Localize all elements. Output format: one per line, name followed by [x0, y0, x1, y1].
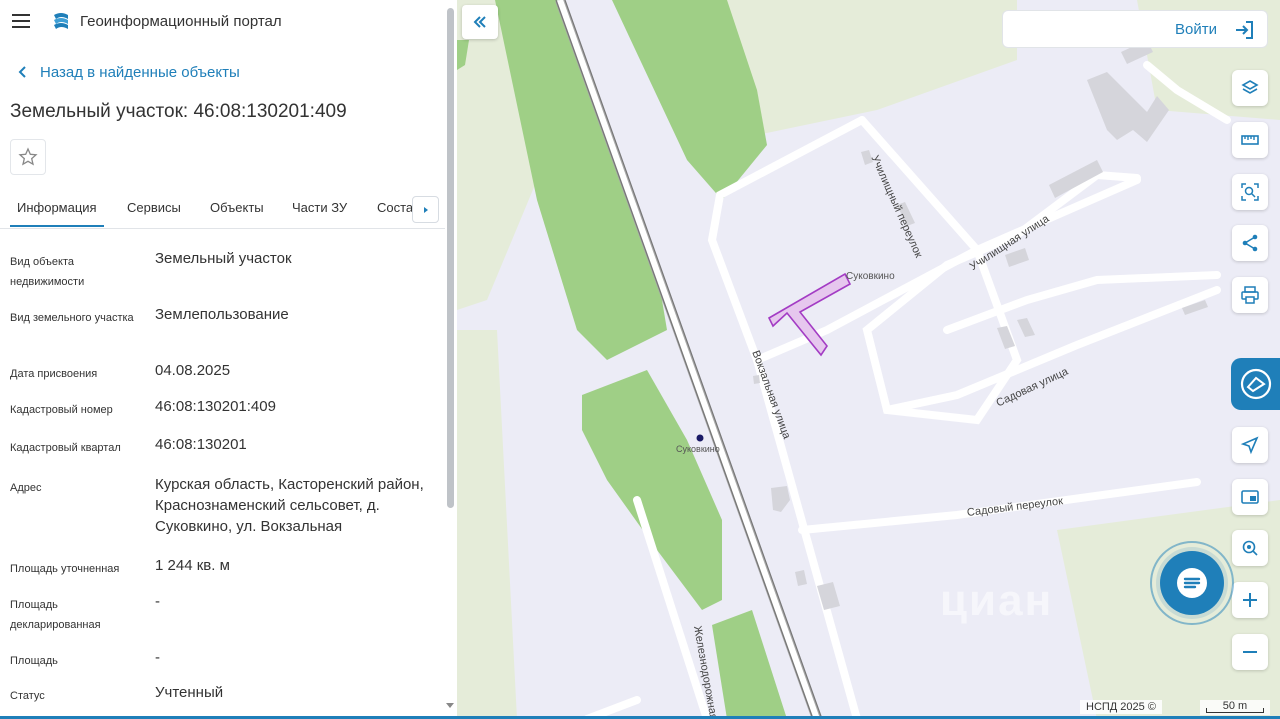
map-scale-bar: 50 m: [1200, 700, 1270, 715]
property-value: -: [155, 593, 160, 610]
tab-composition[interactable]: Соста: [377, 200, 413, 215]
share-button[interactable]: [1232, 225, 1268, 261]
property-label: Вид объекта недвижимости: [10, 256, 85, 288]
area-search-button[interactable]: [1232, 174, 1268, 210]
portal-logo: [54, 13, 68, 29]
property-label: Вид земельного участка: [10, 312, 134, 324]
back-link-label: Назад в найденные объекты: [40, 63, 240, 81]
caret-right-icon: [423, 206, 428, 213]
tab-objects[interactable]: Объекты: [210, 200, 264, 215]
property-value: 1 244 кв. м: [155, 557, 230, 574]
chat-bubble-icon: [1177, 568, 1207, 598]
layers-button[interactable]: [1232, 70, 1268, 106]
tab-information[interactable]: Информация: [17, 200, 97, 215]
property-value: Земельный участок: [155, 250, 292, 267]
property-value: Курская область, Касторенский район, Кра…: [155, 476, 424, 535]
zoom-out-button[interactable]: [1232, 634, 1268, 670]
selected-parcel[interactable]: [767, 272, 852, 357]
menu-icon[interactable]: [12, 14, 30, 28]
measure-button[interactable]: [1232, 122, 1268, 158]
chevron-left-icon: [18, 66, 26, 78]
property-label: Площадь декларированная: [10, 599, 101, 631]
map-attribution[interactable]: НСПД 2025 ©: [1080, 700, 1162, 714]
watermark-logo: циан: [940, 576, 1054, 625]
minimap-button[interactable]: [1232, 479, 1268, 515]
navigation-arrow-icon: [1240, 436, 1259, 455]
panel-scrollbar[interactable]: [447, 8, 454, 508]
property-label: Адрес: [10, 482, 42, 494]
property-label: Площадь уточненная: [10, 563, 120, 575]
map-canvas[interactable]: [457, 0, 1280, 719]
brand-logo-icon: [1240, 368, 1271, 400]
active-tab-indicator: [10, 225, 104, 227]
station-point[interactable]: [696, 434, 704, 442]
ruler-icon: [1241, 135, 1259, 145]
brand-tab-button[interactable]: [1231, 358, 1280, 410]
chat-button[interactable]: [1160, 551, 1224, 615]
login-icon: [1236, 21, 1253, 39]
property-label: Статус: [10, 690, 45, 702]
app-title: Геоинформационный портал: [80, 13, 282, 30]
property-value: 46:08:130201: [155, 436, 247, 453]
map-view[interactable]: Суковкино Суковкино Училищный переулок У…: [457, 0, 1280, 719]
property-label: Кадастровый квартал: [10, 442, 121, 454]
tabs-scroll-right-button[interactable]: [412, 196, 439, 223]
property-value: -: [155, 649, 160, 666]
field-area: [457, 330, 517, 719]
star-icon: [18, 147, 38, 166]
print-button[interactable]: [1232, 277, 1268, 313]
picture-in-picture-icon: [1241, 490, 1259, 504]
double-chevron-left-icon: [473, 16, 486, 28]
field-area: [717, 0, 1017, 135]
property-value: 46:08:130201:409: [155, 398, 276, 415]
property-label: Дата присвоения: [10, 368, 98, 380]
login-button[interactable]: Войти: [1002, 10, 1268, 48]
property-label: Площадь: [10, 655, 58, 667]
tab-services[interactable]: Сервисы: [127, 200, 181, 215]
minus-icon: [1243, 651, 1257, 653]
property-value: 04.08.2025: [155, 362, 231, 379]
location-search-icon: [1242, 540, 1258, 556]
map-label-station: Суковкино: [676, 444, 720, 454]
plus-icon: [1243, 593, 1257, 607]
area-search-icon: [1241, 183, 1259, 201]
collapse-panel-button[interactable]: [462, 5, 498, 39]
property-label: Кадастровый номер: [10, 404, 113, 416]
tab-bar: Информация Сервисы Объекты Части ЗУ Сост…: [0, 188, 445, 229]
login-label: Войти: [1175, 21, 1217, 38]
property-value: Учтенный: [155, 684, 224, 701]
favorite-button[interactable]: [10, 139, 46, 175]
tab-parts[interactable]: Части ЗУ: [292, 200, 347, 215]
geolocate-button[interactable]: [1232, 427, 1268, 463]
property-value: Землепользование: [155, 306, 289, 323]
app-header: Геоинформационный портал: [0, 0, 445, 44]
scroll-down-arrow-icon[interactable]: [446, 703, 454, 708]
layers-icon: [1241, 80, 1259, 94]
info-panel: Геоинформационный портал Назад в найденн…: [0, 0, 457, 719]
zoom-in-button[interactable]: [1232, 582, 1268, 618]
forest-area: [712, 610, 787, 719]
back-link[interactable]: Назад в найденные объекты: [14, 63, 240, 81]
share-icon: [1242, 234, 1258, 252]
map-label-village: Суковкино: [846, 271, 895, 282]
print-icon: [1241, 286, 1259, 304]
scale-line: [1206, 708, 1264, 713]
location-search-button[interactable]: [1232, 530, 1268, 566]
object-title: Земельный участок: 46:08:130201:409: [10, 101, 347, 122]
